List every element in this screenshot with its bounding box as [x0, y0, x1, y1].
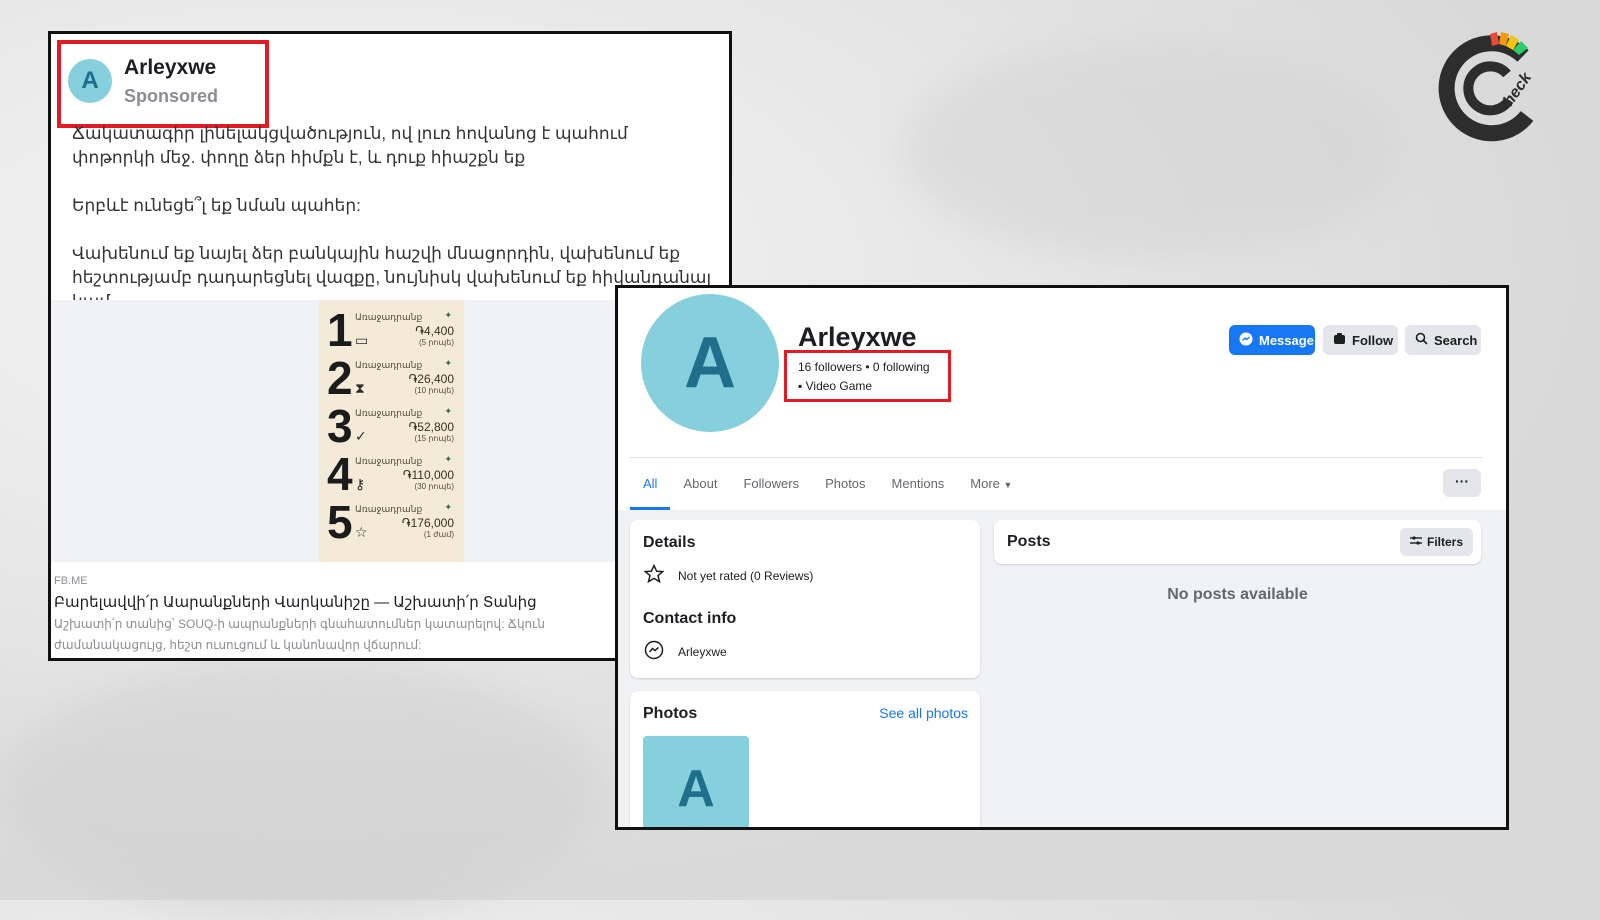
message-button[interactable]: Message — [1229, 325, 1315, 355]
link-description: Աշխատի՛ր տանից՝ SOUQ-ի ապրանքների գնահատ… — [54, 614, 554, 656]
poster-label: Առաջադրանք — [355, 312, 423, 322]
tab-about[interactable]: About — [670, 468, 730, 508]
sparkle-icon: ✦ — [444, 310, 452, 320]
profile-header: A Arleyxwe 16 followers • 0 following ▪ … — [618, 288, 1506, 510]
facebook-page-profile: A Arleyxwe 16 followers • 0 following ▪ … — [615, 285, 1509, 830]
background-texture — [900, 40, 1400, 260]
key-icon: ⚷ — [355, 476, 366, 492]
check-logo: heck — [1435, 28, 1545, 143]
poster-row: 4 Առաջադրանք ֏110,000 (30 րոպե) ⚷ ✦ — [319, 450, 464, 498]
photos-title: Photos — [643, 705, 698, 722]
filter-sliders-icon — [1409, 535, 1422, 549]
posts-title: Posts — [1007, 533, 1051, 550]
search-button[interactable]: Search — [1405, 325, 1481, 355]
sparkle-icon: ✦ — [444, 358, 452, 368]
star-outline-icon — [643, 563, 665, 587]
poster-price: ֏4,400 — [415, 324, 454, 338]
follow-icon — [1333, 332, 1346, 348]
task-price-poster: 1 Առաջադրանք ֏4,400 (5 րոպե) ▭ ✦ 2 Առաջա… — [319, 300, 464, 562]
sparkle-icon: ✦ — [444, 454, 452, 464]
photos-card: Photos See all photos A — [630, 691, 980, 827]
highlight-box — [57, 40, 269, 128]
poster-duration: (15 րոպե) — [414, 434, 454, 443]
hourglass-icon: ⧗ — [355, 380, 365, 396]
wallet-icon: ▭ — [355, 332, 369, 348]
posts-card: Posts Filters — [994, 520, 1481, 564]
poster-number: 1 — [327, 304, 353, 356]
poster-price: ֏176,000 — [401, 516, 454, 530]
check-icon: ✓ — [355, 428, 367, 444]
highlight-box — [784, 350, 951, 402]
tab-mentions[interactable]: Mentions — [879, 468, 958, 508]
profile-avatar[interactable]: A — [641, 294, 779, 432]
contact-info-title: Contact info — [643, 610, 737, 627]
message-button-label: Message — [1259, 332, 1314, 348]
messenger-icon — [1239, 332, 1253, 349]
poster-duration: (5 րոպե) — [418, 338, 454, 347]
filters-button[interactable]: Filters — [1399, 528, 1473, 556]
poster-number: 4 — [327, 448, 353, 500]
poster-number: 3 — [327, 400, 353, 452]
profile-tabs: All About Followers Photos Mentions More… — [630, 468, 1025, 510]
poster-price: ֏26,400 — [408, 372, 454, 386]
rating-row: Not yet rated (0 Reviews) — [643, 563, 814, 587]
link-title[interactable]: Բարելավվի՛ր Աարանքների Վարկանիշը — Աշխատ… — [54, 593, 537, 611]
poster-price: ֏110,000 — [402, 468, 454, 482]
follow-button[interactable]: Follow — [1323, 325, 1398, 355]
contact-row[interactable]: Arleyxwe — [644, 640, 727, 663]
follow-button-label: Follow — [1352, 332, 1394, 348]
link-description-line: ժամանակացույց, հեշտ ուսուցում և կանոնավո… — [54, 638, 422, 652]
poster-duration: (10 րոպե) — [414, 386, 454, 395]
search-icon — [1415, 332, 1428, 348]
poster-number: 2 — [327, 352, 353, 404]
tab-followers[interactable]: Followers — [730, 468, 812, 508]
link-description-line: Աշխատի՛ր տանից՝ SOUQ-ի ապրանքների գնահատ… — [54, 617, 545, 631]
background-texture — [0, 660, 600, 920]
more-options-button[interactable]: ··· — [1443, 469, 1481, 497]
poster-duration: (30 րոպե) — [414, 482, 454, 491]
poster-label: Առաջադրանք — [355, 360, 423, 370]
header-divider — [630, 457, 1482, 458]
sparkle-icon: ✦ — [444, 502, 452, 512]
contact-messenger-name[interactable]: Arleyxwe — [678, 645, 727, 659]
filters-label: Filters — [1426, 535, 1463, 549]
details-card: Details Not yet rated (0 Reviews) Contac… — [630, 520, 980, 678]
poster-label: Առաջադրանք — [355, 456, 423, 466]
poster-duration: (1 ժամ) — [423, 530, 454, 539]
ad-body-line: Երբևէ ունեցե՞լ եք նման պահեր: — [72, 196, 361, 215]
poster-row: 2 Առաջադրանք ֏26,400 (10 րոպե) ⧗ ✦ — [319, 354, 464, 402]
no-posts-message: No posts available — [1167, 586, 1308, 603]
poster-price: ֏52,800 — [408, 420, 454, 434]
sparkle-icon: ✦ — [444, 406, 452, 416]
messenger-icon — [644, 640, 664, 663]
link-domain: FB.ME — [54, 575, 88, 587]
star-icon: ☆ — [355, 524, 368, 540]
poster-label: Առաջադրանք — [355, 504, 423, 514]
poster-number: 5 — [327, 496, 353, 548]
poster-row: 3 Առաջադրանք ֏52,800 (15 րոպե) ✓ ✦ — [319, 402, 464, 450]
poster-label: Առաջադրանք — [355, 408, 423, 418]
caret-down-icon: ▼ — [1003, 480, 1013, 490]
photo-thumbnail[interactable]: A — [643, 736, 749, 827]
poster-row: 5 Առաջադրանք ֏176,000 (1 ժամ) ☆ ✦ — [319, 498, 464, 546]
profile-name: Arleyxwe — [798, 322, 917, 352]
tab-photos[interactable]: Photos — [812, 468, 878, 508]
poster-row: 1 Առաջադրանք ֏4,400 (5 րոպե) ▭ ✦ — [319, 306, 464, 354]
rating-text: Not yet rated (0 Reviews) — [678, 568, 814, 583]
tab-all[interactable]: All — [630, 468, 671, 510]
tab-more-label: More — [970, 476, 1000, 491]
details-title: Details — [643, 534, 696, 551]
tab-more[interactable]: More ▼ — [957, 468, 1025, 508]
search-button-label: Search — [1434, 332, 1478, 348]
see-all-photos-link[interactable]: See all photos — [879, 705, 968, 721]
ad-body-line: Ճակատագիր լինելակցվածություն, ով լուռ հո… — [72, 124, 628, 167]
